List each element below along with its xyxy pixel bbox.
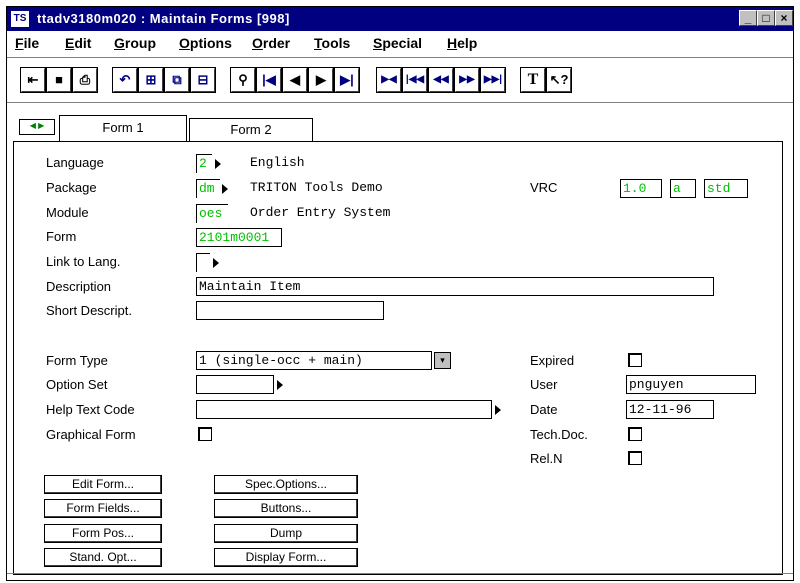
form-type-select[interactable]: 1 (single-occ + main) xyxy=(196,351,432,370)
short-description-label: Short Descript. xyxy=(46,303,132,318)
rel-n-checkbox[interactable] xyxy=(628,451,642,465)
title-bar: TS ttadv3180m020 : Maintain Forms [998] … xyxy=(7,7,793,31)
next-set-icon[interactable]: ▶▶ xyxy=(454,67,480,93)
app-icon[interactable]: TS xyxy=(11,11,29,27)
previous-set-icon[interactable]: ◀◀ xyxy=(428,67,454,93)
tab-form-1[interactable]: Form 1 xyxy=(59,115,187,141)
help-text-code-zoom-icon[interactable] xyxy=(495,405,501,415)
link-to-lang-field[interactable] xyxy=(196,253,210,272)
option-set-label: Option Set xyxy=(46,377,108,392)
dump-button[interactable]: Dump xyxy=(214,524,358,543)
buttons-button[interactable]: Buttons... xyxy=(214,499,358,518)
help-text-code-label: Help Text Code xyxy=(46,402,135,417)
expired-checkbox[interactable] xyxy=(628,353,642,367)
menu-special[interactable]: Special xyxy=(373,35,422,51)
delete-record-icon[interactable]: ⊟ xyxy=(190,67,216,93)
menu-options[interactable]: Options xyxy=(179,35,232,51)
graphical-form-label: Graphical Form xyxy=(46,427,136,442)
language-name: English xyxy=(250,155,305,170)
language-code-field[interactable]: 2 xyxy=(196,154,212,173)
link-to-lang-zoom-icon[interactable] xyxy=(213,258,219,268)
language-label: Language xyxy=(46,155,104,170)
date-field[interactable]: 12-11-96 xyxy=(626,400,714,419)
close-button[interactable]: × xyxy=(775,10,793,26)
print-icon[interactable]: ⎙ xyxy=(72,67,98,93)
first-set-icon[interactable]: |◀◀ xyxy=(402,67,428,93)
text-icon[interactable]: T xyxy=(520,67,546,93)
tab-strip: ◀ ▶ Form 1 Form 2 xyxy=(7,115,793,141)
option-set-zoom-icon[interactable] xyxy=(277,380,283,390)
edit-form-button[interactable]: Edit Form... xyxy=(44,475,162,494)
display-form-button[interactable]: Display Form... xyxy=(214,548,358,567)
window-title: ttadv3180m020 : Maintain Forms [998] xyxy=(37,11,290,26)
last-set-icon[interactable]: ▶▶| xyxy=(480,67,506,93)
menu-bar: File Edit Group Options Order Tools Spec… xyxy=(7,31,793,55)
duplicate-icon[interactable]: ⊞ xyxy=(138,67,164,93)
form-type-label: Form Type xyxy=(46,353,108,368)
package-zoom-icon[interactable] xyxy=(222,184,228,194)
application-window: TS ttadv3180m020 : Maintain Forms [998] … xyxy=(6,6,794,581)
tech-doc-label: Tech.Doc. xyxy=(530,427,588,442)
minimize-button[interactable]: _ xyxy=(739,10,757,26)
first-group-icon[interactable]: ▶◀ xyxy=(376,67,402,93)
find-icon[interactable]: ⚲ xyxy=(230,67,256,93)
menu-group[interactable]: Group xyxy=(114,35,156,51)
description-label: Description xyxy=(46,279,112,294)
maximize-button[interactable]: □ xyxy=(757,10,775,26)
rel-n-label: Rel.N xyxy=(530,451,563,466)
link-to-lang-label: Link to Lang. xyxy=(46,254,121,269)
form-pos-button[interactable]: Form Pos... xyxy=(44,524,162,543)
vrc-label: VRC xyxy=(530,180,558,195)
form-fields-button[interactable]: Form Fields... xyxy=(44,499,162,518)
exit-icon[interactable]: ⇤ xyxy=(20,67,46,93)
form-code-field[interactable]: 2101m0001 xyxy=(196,228,282,247)
vrc-version-field[interactable]: 1.0 xyxy=(620,179,662,198)
vrc-customer-field[interactable]: std xyxy=(704,179,748,198)
package-label: Package xyxy=(46,180,97,195)
form-type-dropdown-icon[interactable]: ▾ xyxy=(434,352,451,369)
date-label: Date xyxy=(530,402,558,417)
tab-scroll-arrows-icon[interactable]: ◀ ▶ xyxy=(19,119,55,135)
tab-form-2[interactable]: Form 2 xyxy=(189,118,313,141)
form-label: Form xyxy=(46,229,77,244)
menu-edit[interactable]: Edit xyxy=(65,35,91,51)
stand-opt-button[interactable]: Stand. Opt... xyxy=(44,548,162,567)
user-field[interactable]: pnguyen xyxy=(626,375,756,394)
help-text-code-field[interactable] xyxy=(196,400,492,419)
menu-file[interactable]: File xyxy=(15,35,39,51)
module-code-field[interactable]: oes xyxy=(196,204,228,223)
menu-help[interactable]: Help xyxy=(447,35,477,51)
package-name: TRITON Tools Demo xyxy=(250,180,383,195)
option-set-field[interactable] xyxy=(196,375,274,394)
status-bar xyxy=(7,573,793,580)
first-record-icon[interactable]: |◀ xyxy=(256,67,282,93)
module-label: Module xyxy=(46,205,89,220)
module-name: Order Entry System xyxy=(250,205,391,220)
copy-icon[interactable]: ⧉ xyxy=(164,67,190,93)
undo-icon[interactable]: ↶ xyxy=(112,67,138,93)
expired-label: Expired xyxy=(530,353,575,368)
short-description-field[interactable] xyxy=(196,301,384,320)
vrc-release-field[interactable]: a xyxy=(670,179,696,198)
language-zoom-icon[interactable] xyxy=(215,159,221,169)
last-record-icon[interactable]: ▶| xyxy=(334,67,360,93)
help-pointer-icon[interactable]: ↖? xyxy=(546,67,572,93)
description-field[interactable]: Maintain Item xyxy=(196,277,714,296)
next-record-icon[interactable]: ▶ xyxy=(308,67,334,93)
previous-record-icon[interactable]: ◀ xyxy=(282,67,308,93)
package-code-field[interactable]: dm xyxy=(196,179,220,198)
menu-order[interactable]: Order xyxy=(252,35,290,51)
save-icon[interactable]: ■ xyxy=(46,67,72,93)
user-label: User xyxy=(530,377,558,392)
form-panel: Language 2 English Package dm TRITON Too… xyxy=(13,141,783,575)
menu-tools[interactable]: Tools xyxy=(314,35,350,51)
spec-options-button[interactable]: Spec.Options... xyxy=(214,475,358,494)
graphical-form-checkbox[interactable] xyxy=(198,427,212,441)
toolbar: ⇤ ■ ⎙ ↶ ⊞ ⧉ ⊟ ⚲ |◀ ◀ ▶ ▶| ▶◀ |◀◀ ◀◀ ▶▶ ▶… xyxy=(7,57,793,103)
tech-doc-checkbox[interactable] xyxy=(628,427,642,441)
